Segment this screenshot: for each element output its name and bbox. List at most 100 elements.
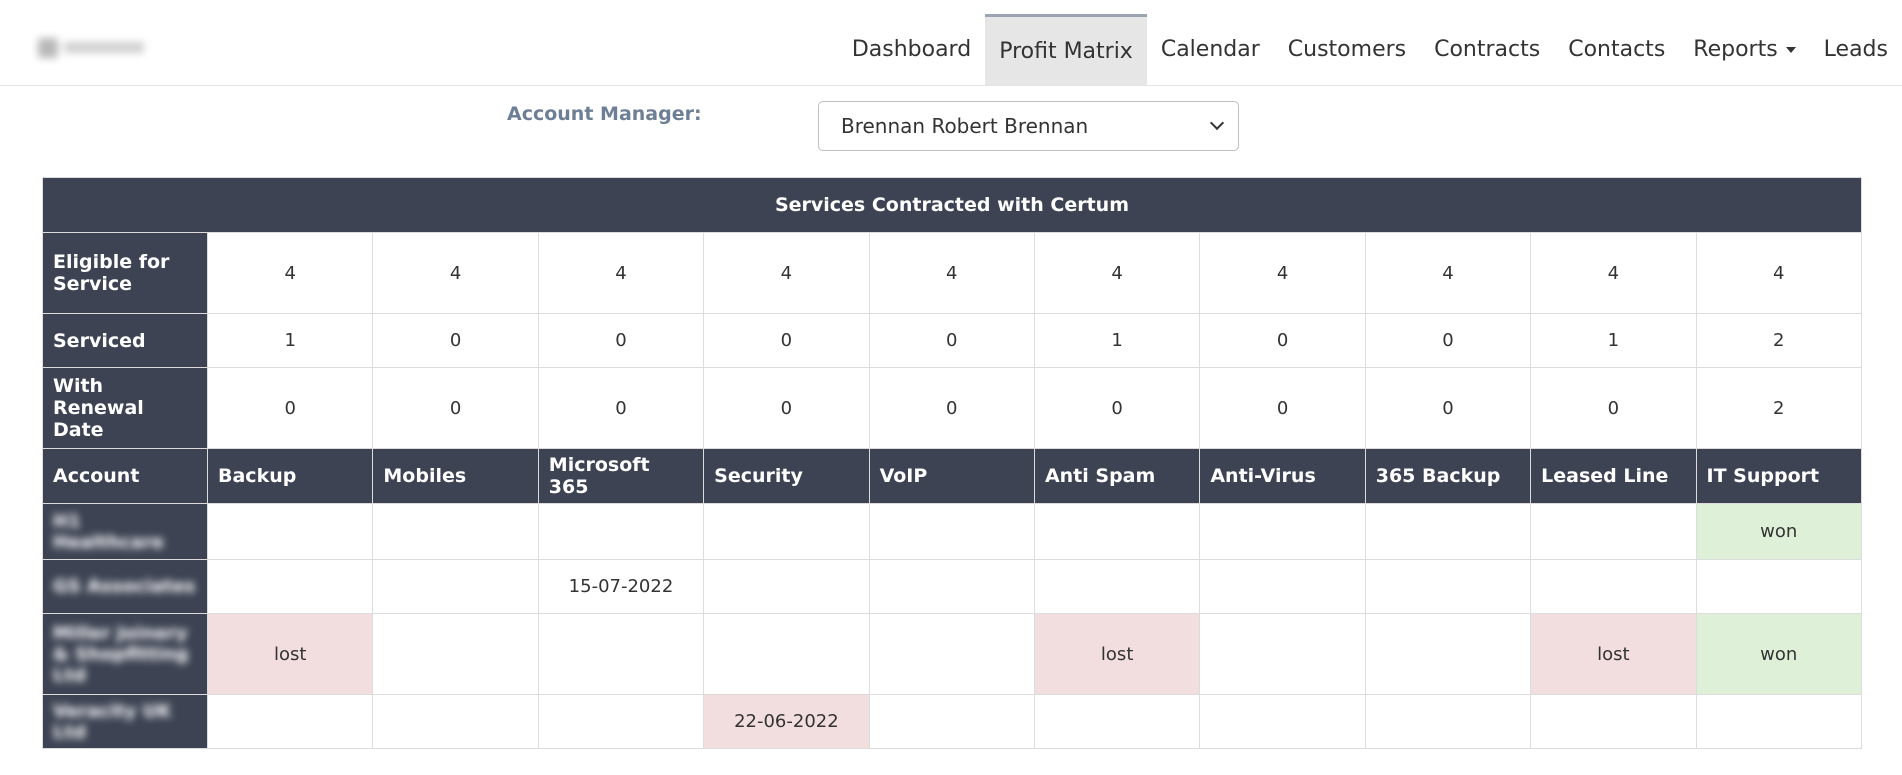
summary-cell: 0 (206, 367, 374, 449)
service-cell[interactable] (206, 503, 374, 560)
summary-cell: 4 (206, 232, 374, 314)
service-cell[interactable] (868, 613, 1035, 695)
service-cell[interactable] (1530, 694, 1697, 749)
service-cell-date[interactable]: 15-07-2022 (537, 559, 705, 614)
top-navbar: Dashboard Profit Matrix Calendar Custome… (0, 0, 1902, 86)
service-cell[interactable] (1033, 503, 1201, 560)
service-cell[interactable] (1364, 694, 1532, 749)
column-header-365-backup: 365 Backup (1364, 448, 1532, 504)
column-header-it-support: IT Support (1695, 448, 1862, 504)
nav-contacts[interactable]: Contacts (1554, 14, 1679, 85)
column-header-leased-line: Leased Line (1530, 448, 1697, 504)
service-cell[interactable] (1199, 694, 1366, 749)
nav-dashboard[interactable]: Dashboard (838, 14, 985, 85)
column-header-account: Account (42, 448, 208, 504)
account-manager-select[interactable]: Brennan Robert Brennan (818, 101, 1239, 151)
service-cell[interactable] (868, 559, 1035, 614)
service-cell-won[interactable]: won (1695, 613, 1862, 695)
summary-cell: 0 (537, 367, 705, 449)
summary-cell: 4 (372, 232, 539, 314)
account-name-cell[interactable]: Miller Joinery & Shopfitting Ltd (42, 613, 208, 695)
nav-leads[interactable]: Leads (1810, 14, 1902, 85)
column-header-row: Account Backup Mobiles Microsoft 365 Sec… (42, 448, 1862, 504)
column-header-mobiles: Mobiles (372, 448, 539, 504)
summary-cell: 0 (1364, 313, 1532, 368)
summary-cell: 4 (537, 232, 705, 314)
summary-cell: 4 (1530, 232, 1697, 314)
service-cell[interactable] (537, 503, 705, 560)
service-cell[interactable] (1695, 694, 1862, 749)
summary-cell: 0 (703, 313, 870, 368)
nav-label: Contracts (1434, 37, 1541, 62)
summary-cell: 4 (1033, 232, 1201, 314)
service-cell[interactable] (868, 503, 1035, 560)
summary-row-serviced: Serviced 1 0 0 0 0 1 0 0 1 2 (42, 313, 1862, 368)
summary-cell: 0 (868, 367, 1035, 449)
service-cell[interactable] (1530, 559, 1697, 614)
column-header-microsoft-365: Microsoft 365 (537, 448, 705, 504)
summary-cell: 0 (1364, 367, 1532, 449)
summary-cell: 4 (1695, 232, 1862, 314)
summary-cell: 0 (1033, 367, 1201, 449)
account-manager-label: Account Manager: (507, 103, 702, 125)
nav-calendar[interactable]: Calendar (1147, 14, 1274, 85)
summary-cell: 0 (1199, 313, 1366, 368)
nav-customers[interactable]: Customers (1274, 14, 1420, 85)
service-cell[interactable] (537, 613, 705, 695)
service-cell-won[interactable]: won (1695, 503, 1862, 560)
service-cell-lost[interactable]: lost (1530, 613, 1697, 695)
row-header-serviced: Serviced (42, 313, 208, 368)
nav-label: Leads (1823, 37, 1888, 62)
service-cell-lost[interactable]: lost (1033, 613, 1201, 695)
nav-contracts[interactable]: Contracts (1420, 14, 1554, 85)
profit-matrix-table: Services Contracted with Certum Eligible… (42, 177, 1862, 749)
service-cell[interactable] (868, 694, 1035, 749)
summary-cell: 2 (1695, 313, 1862, 368)
service-cell[interactable] (703, 503, 870, 560)
account-row: Veracity UK Ltd 22-06-2022 (42, 694, 1862, 749)
service-cell[interactable] (1033, 694, 1201, 749)
service-cell-date[interactable]: 22-06-2022 (703, 694, 870, 749)
summary-cell: 1 (1530, 313, 1697, 368)
service-cell-lost[interactable]: lost (206, 613, 374, 695)
service-cell[interactable] (1199, 503, 1366, 560)
service-cell[interactable] (372, 503, 539, 560)
service-cell[interactable] (703, 613, 870, 695)
service-cell[interactable] (1695, 559, 1862, 614)
summary-cell: 4 (1199, 232, 1366, 314)
nav-reports-dropdown[interactable]: Reports (1679, 14, 1809, 85)
column-header-voip: VoIP (868, 448, 1035, 504)
summary-row-eligible: Eligible for Service 4 4 4 4 4 4 4 4 4 4 (42, 232, 1862, 314)
column-header-security: Security (703, 448, 870, 504)
logo-mark (38, 38, 58, 58)
summary-cell: 0 (1530, 367, 1697, 449)
service-cell[interactable] (372, 694, 539, 749)
service-cell[interactable] (1033, 559, 1201, 614)
summary-cell: 0 (703, 367, 870, 449)
nav-label: Dashboard (851, 37, 972, 62)
account-name-cell[interactable]: H1 Healthcare (42, 503, 208, 560)
service-cell[interactable] (1530, 503, 1697, 560)
service-cell[interactable] (1364, 503, 1532, 560)
service-cell[interactable] (1364, 613, 1532, 695)
nav-label: Profit Matrix (999, 38, 1133, 64)
main-nav: Dashboard Profit Matrix Calendar Custome… (838, 14, 1902, 85)
service-cell[interactable] (1199, 613, 1366, 695)
row-header-eligible: Eligible for Service (42, 232, 208, 314)
service-cell[interactable] (537, 694, 705, 749)
service-cell[interactable] (1364, 559, 1532, 614)
account-name: H1 Healthcare (53, 510, 164, 553)
service-cell[interactable] (372, 559, 539, 614)
caret-down-icon (1785, 46, 1796, 53)
service-cell[interactable] (703, 559, 870, 614)
summary-cell: 0 (372, 313, 539, 368)
service-cell[interactable] (1199, 559, 1366, 614)
account-name-cell[interactable]: Veracity UK Ltd (42, 694, 208, 749)
brand-logo[interactable] (38, 34, 148, 60)
service-cell[interactable] (372, 613, 539, 695)
account-row: Miller Joinery & Shopfitting Ltd lost lo… (42, 613, 1862, 695)
account-name-cell[interactable]: GS Associates (42, 559, 208, 614)
service-cell[interactable] (206, 559, 374, 614)
nav-profit-matrix[interactable]: Profit Matrix (985, 14, 1147, 85)
service-cell[interactable] (206, 694, 374, 749)
